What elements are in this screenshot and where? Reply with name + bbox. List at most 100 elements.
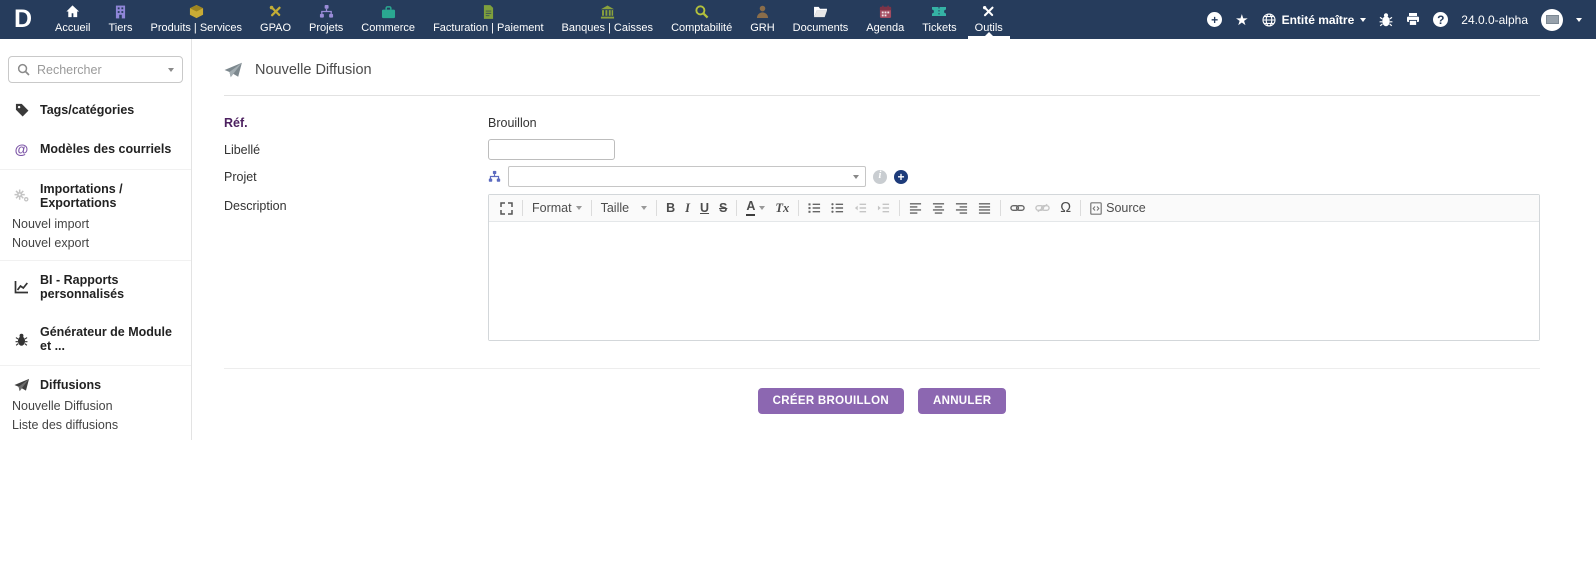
menu-item-label: Produits | Services [151, 22, 243, 34]
search-dropdown-caret-icon[interactable] [168, 68, 174, 72]
tools-icon [981, 3, 996, 20]
chevron-down-icon [759, 206, 765, 210]
maximize-icon[interactable] [495, 200, 518, 217]
menu-item-tiers[interactable]: Tiers [99, 0, 141, 39]
remove-format-button[interactable]: Tx [770, 199, 794, 218]
menu-item-gpao[interactable]: GPAO [251, 0, 300, 39]
calendar-icon [879, 3, 892, 20]
unlink-icon[interactable] [1030, 201, 1055, 215]
menu-item-label: Tiers [108, 22, 132, 34]
topbar: D Accueil Tiers Produits | Services GPAO… [0, 0, 1596, 39]
sidebar-item-nouvelle-diffusion[interactable]: Nouvelle Diffusion [0, 396, 191, 415]
ref-label: Réf. [224, 116, 488, 130]
add-project-button[interactable]: + [894, 170, 908, 184]
sidebar-item-label: Modèles des courriels [40, 142, 171, 156]
editor-content-area[interactable] [489, 222, 1539, 340]
align-left-icon[interactable] [904, 200, 927, 216]
sidebar-item-nouvel-import[interactable]: Nouvel import [0, 214, 191, 233]
diffusion-form: Réf. Brouillon Libellé Projet i + Descri… [224, 109, 1540, 341]
menu-item-banques-caisses[interactable]: Banques | Caisses [553, 0, 663, 39]
user-icon [756, 3, 769, 20]
bullet-list-icon[interactable] [826, 200, 849, 216]
menu-item-grh[interactable]: GRH [741, 0, 783, 39]
menu-item-label: Agenda [866, 22, 904, 34]
align-center-icon[interactable] [927, 200, 950, 216]
size-dropdown[interactable]: Taille [596, 199, 653, 217]
cube-icon [189, 3, 204, 20]
toolbar-separator [591, 200, 592, 216]
outdent-icon[interactable] [849, 200, 872, 216]
menu-item-label: Documents [793, 22, 849, 34]
tag-icon [13, 103, 30, 117]
menu-item-tickets[interactable]: Tickets [913, 0, 965, 39]
sidebar-item-diffusions[interactable]: Diffusions [0, 374, 191, 396]
menu-item-documents[interactable]: Documents [784, 0, 858, 39]
menu-item-agenda[interactable]: Agenda [857, 0, 913, 39]
sidebar-section-diffusions: Diffusions Nouvelle Diffusion Liste des … [0, 365, 191, 442]
align-right-icon[interactable] [950, 200, 973, 216]
underline-button[interactable]: U [695, 199, 714, 217]
special-char-button[interactable]: Ω [1055, 198, 1076, 218]
cancel-button[interactable]: ANNULER [918, 388, 1006, 414]
text-color-label: A [746, 200, 755, 215]
sidebar-item-nouvel-export[interactable]: Nouvel export [0, 233, 191, 252]
sidebar-item-label: BI - Rapports personnalisés [40, 273, 183, 301]
menu-item-comptabilite[interactable]: Comptabilité [662, 0, 741, 39]
entity-selector[interactable]: Entité maître [1262, 13, 1367, 27]
menu-item-accueil[interactable]: Accueil [46, 0, 99, 39]
search-input[interactable] [37, 63, 161, 77]
projet-label: Projet [224, 170, 488, 184]
sidebar-item-tags-categories[interactable]: Tags/catégories [0, 99, 191, 121]
menu-item-label: Banques | Caisses [562, 22, 654, 34]
sidebar-item-generateur-module[interactable]: Générateur de Module et ... [0, 321, 191, 357]
building-icon [115, 3, 126, 20]
description-editor: Format Taille B I U S A Tx [488, 194, 1540, 341]
sidebar-section-modeles: @ Modèles des courriels [0, 129, 191, 169]
format-dropdown[interactable]: Format [527, 199, 587, 217]
sidebar-section-generateur: Générateur de Module et ... [0, 313, 191, 365]
bug-icon[interactable] [1379, 12, 1393, 27]
toolbar-separator [798, 200, 799, 216]
chevron-down-icon[interactable] [1576, 18, 1582, 22]
menu-item-outils[interactable]: Outils [966, 0, 1012, 39]
italic-button[interactable]: I [680, 199, 695, 218]
libelle-input[interactable] [488, 139, 615, 160]
title-divider [224, 95, 1540, 96]
help-icon[interactable]: ? [1433, 12, 1448, 27]
sidebar-item-importations-exportations[interactable]: Importations / Exportations [0, 178, 191, 214]
link-icon[interactable] [1005, 201, 1030, 215]
app-logo[interactable]: D [0, 0, 46, 39]
strikethrough-button[interactable]: S [714, 199, 732, 217]
plus-circle-icon[interactable]: + [1207, 12, 1222, 27]
projet-select[interactable] [508, 166, 866, 187]
text-color-button[interactable]: A [741, 198, 770, 217]
ordered-list-icon[interactable] [803, 200, 826, 216]
menu-item-projets[interactable]: Projets [300, 0, 352, 39]
indent-icon[interactable] [872, 200, 895, 216]
create-draft-button[interactable]: CRÉER BROUILLON [758, 388, 904, 414]
source-button[interactable]: Source [1085, 199, 1151, 217]
info-icon[interactable]: i [873, 170, 887, 184]
bold-button[interactable]: B [661, 199, 680, 217]
menu-item-produits-services[interactable]: Produits | Services [142, 0, 252, 39]
star-icon[interactable]: ★ [1235, 11, 1248, 29]
avatar[interactable] [1541, 9, 1563, 31]
toolbar-separator [1080, 200, 1081, 216]
menu-item-label: Accueil [55, 22, 90, 34]
menu-item-commerce[interactable]: Commerce [352, 0, 424, 39]
menu-item-facturation-paiement[interactable]: Facturation | Paiement [424, 0, 552, 39]
printer-icon[interactable] [1406, 13, 1420, 26]
project-icon [488, 170, 501, 183]
menu-item-label: Facturation | Paiement [433, 22, 543, 34]
chevron-down-icon [1360, 18, 1366, 22]
justify-icon[interactable] [973, 200, 996, 216]
menu-item-label: Comptabilité [671, 22, 732, 34]
factory-tools-icon [268, 3, 283, 20]
sidebar-item-bi-rapports[interactable]: BI - Rapports personnalisés [0, 269, 191, 305]
sidebar-section-bi: BI - Rapports personnalisés [0, 260, 191, 313]
sidebar-item-liste-des-diffusions[interactable]: Liste des diffusions [0, 415, 191, 434]
sidebar-search[interactable] [8, 56, 183, 83]
format-label: Format [532, 201, 572, 215]
toolbar-separator [899, 200, 900, 216]
sidebar-item-modeles-courriels[interactable]: @ Modèles des courriels [0, 137, 191, 161]
